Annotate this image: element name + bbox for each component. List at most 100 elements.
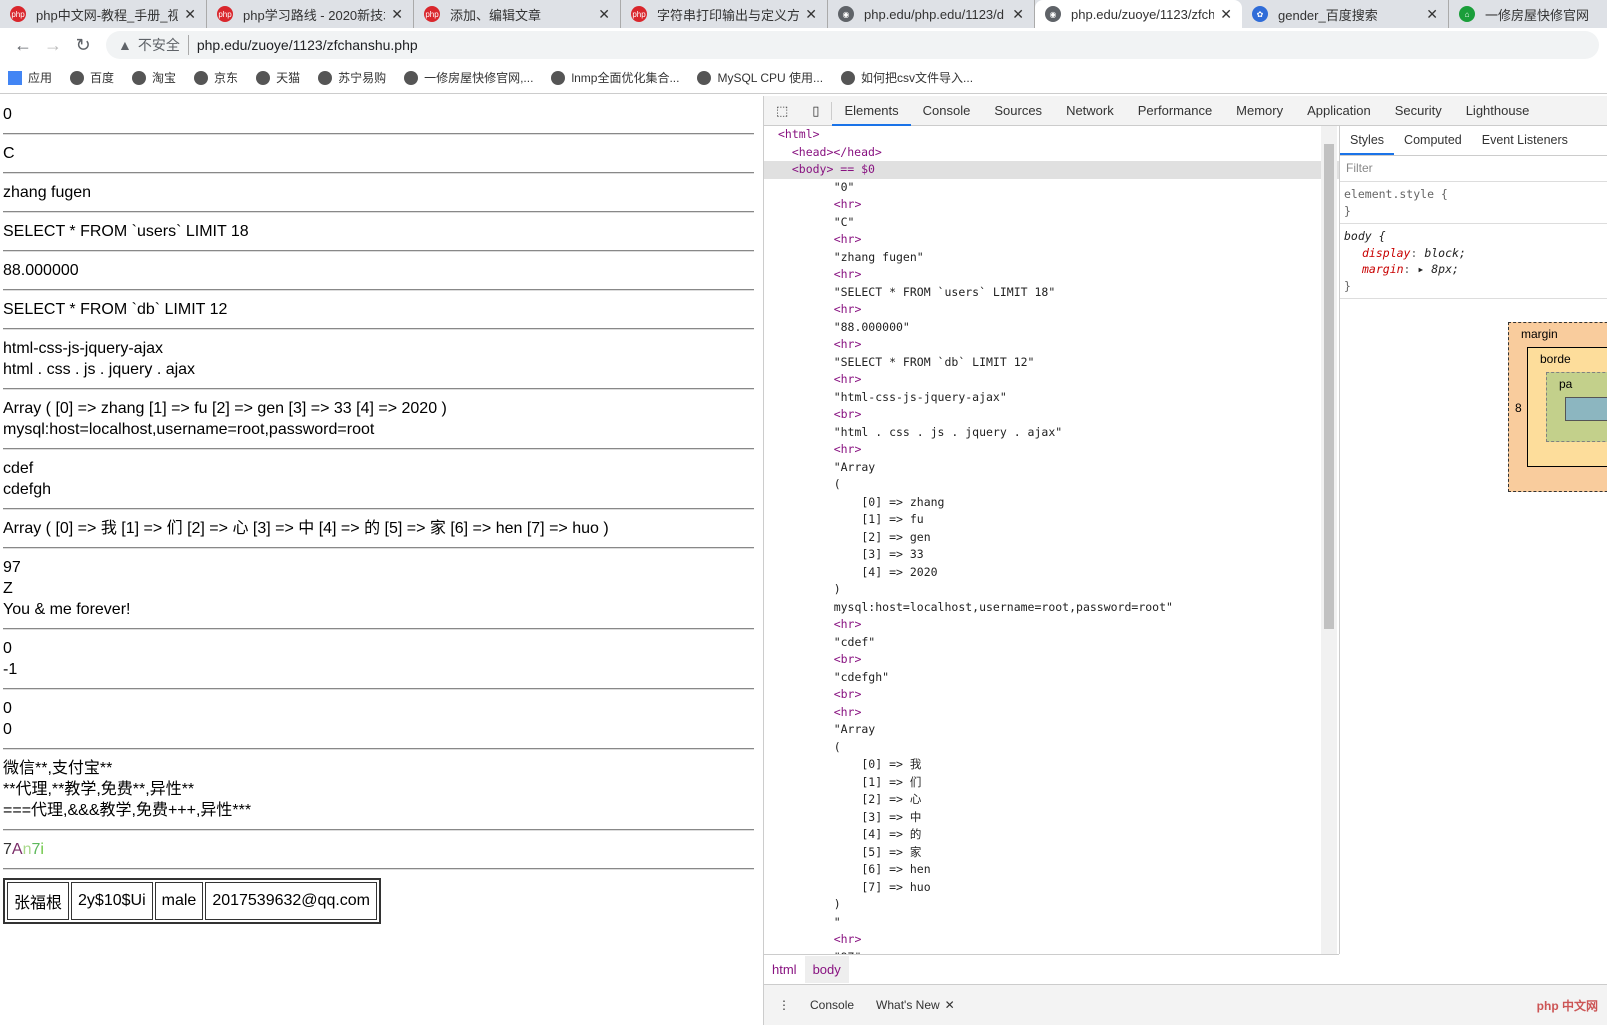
- bookmark-item[interactable]: 京东: [194, 69, 238, 86]
- url-input[interactable]: ▲ 不安全 php.edu/zuoye/1123/zfchanshu.php: [106, 31, 1599, 59]
- browser-tab[interactable]: php 字符串打印输出与定义方式 ✕: [621, 0, 828, 28]
- tree-node[interactable]: [4] => 的: [764, 826, 1339, 844]
- close-icon[interactable]: ✕: [945, 998, 955, 1012]
- tree-node[interactable]: <hr>: [764, 196, 1339, 214]
- tab-performance[interactable]: Performance: [1126, 96, 1224, 126]
- tree-node[interactable]: ): [764, 581, 1339, 599]
- tree-node[interactable]: <hr>: [764, 301, 1339, 319]
- tab-security[interactable]: Security: [1383, 96, 1454, 126]
- close-icon[interactable]: ✕: [1220, 6, 1232, 23]
- bookmark-item[interactable]: 百度: [70, 69, 114, 86]
- tree-node[interactable]: "SELECT * FROM `users` LIMIT 18": [764, 284, 1339, 302]
- tree-node[interactable]: <hr>: [764, 231, 1339, 249]
- browser-tab[interactable]: ◉ php.edu/zuoye/1123/zfch ✕: [1035, 0, 1242, 28]
- drawer-tab-whats-new[interactable]: What's New: [876, 998, 940, 1012]
- close-icon[interactable]: ✕: [184, 6, 196, 23]
- tree-node[interactable]: [3] => 33: [764, 546, 1339, 564]
- tree-node[interactable]: <hr>: [764, 931, 1339, 949]
- tree-node[interactable]: <hr>: [764, 704, 1339, 722]
- tree-node[interactable]: [4] => 2020: [764, 564, 1339, 582]
- styles-tab-styles[interactable]: Styles: [1340, 126, 1395, 155]
- tree-node[interactable]: (: [764, 739, 1339, 757]
- bookmark-item[interactable]: lnmp全面优化集合...: [551, 69, 679, 86]
- tree-node[interactable]: <html>: [764, 126, 1339, 144]
- tab-memory[interactable]: Memory: [1224, 96, 1295, 126]
- tree-node[interactable]: <head></head>: [764, 144, 1339, 162]
- tab-sources[interactable]: Sources: [982, 96, 1054, 126]
- styles-filter-input[interactable]: Filter: [1340, 156, 1607, 182]
- tree-node[interactable]: [7] => huo: [764, 879, 1339, 897]
- tree-node[interactable]: <hr>: [764, 616, 1339, 634]
- tree-node[interactable]: <hr>: [764, 266, 1339, 284]
- bookmark-item[interactable]: 苏宁易购: [318, 69, 386, 86]
- tab-lighthouse[interactable]: Lighthouse: [1454, 96, 1542, 126]
- tree-node[interactable]: mysql:host=localhost,username=root,passw…: [764, 599, 1339, 617]
- prop-name[interactable]: display: [1344, 246, 1410, 260]
- browser-tab[interactable]: php php学习路线 - 2020新技术 ✕: [207, 0, 414, 28]
- styles-tab-event-listeners[interactable]: Event Listeners: [1472, 126, 1578, 155]
- tree-node[interactable]: "cdef": [764, 634, 1339, 652]
- tree-node[interactable]: [1] => 们: [764, 774, 1339, 792]
- bookmark-item[interactable]: 淘宝: [132, 69, 176, 86]
- tree-node[interactable]: "0": [764, 179, 1339, 197]
- close-icon[interactable]: ✕: [1012, 6, 1024, 23]
- close-icon[interactable]: ✕: [391, 6, 403, 23]
- tab-elements[interactable]: Elements: [832, 96, 911, 126]
- more-icon[interactable]: ⋮: [778, 998, 790, 1012]
- tree-node[interactable]: ": [764, 914, 1339, 932]
- tree-node[interactable]: "C": [764, 214, 1339, 232]
- bookmark-item[interactable]: 如何把csv文件导入...: [841, 69, 973, 86]
- styles-tab-computed[interactable]: Computed: [1394, 126, 1472, 155]
- tree-node[interactable]: <br>: [764, 651, 1339, 669]
- bookmark-item[interactable]: MySQL CPU 使用...: [697, 69, 823, 86]
- close-icon[interactable]: ✕: [805, 6, 817, 23]
- prop-name[interactable]: margin: [1344, 262, 1404, 276]
- tree-node[interactable]: <br>: [764, 406, 1339, 424]
- drawer-tab-console[interactable]: Console: [810, 998, 854, 1012]
- tree-node[interactable]: [5] => 家: [764, 844, 1339, 862]
- tree-node[interactable]: ): [764, 896, 1339, 914]
- tree-scrollbar[interactable]: [1321, 126, 1337, 954]
- browser-tab[interactable]: ✿ gender_百度搜索 ✕: [1242, 0, 1449, 28]
- tree-node[interactable]: [2] => 心: [764, 791, 1339, 809]
- forward-icon[interactable]: →: [38, 35, 68, 56]
- browser-tab[interactable]: php 添加、编辑文章 ✕: [414, 0, 621, 28]
- reload-icon[interactable]: ↻: [68, 35, 98, 56]
- tree-node[interactable]: <hr>: [764, 371, 1339, 389]
- crumb-body[interactable]: body: [804, 956, 849, 983]
- crumb-html[interactable]: html: [764, 956, 805, 983]
- tree-node[interactable]: <hr>: [764, 441, 1339, 459]
- tree-node[interactable]: "Array: [764, 721, 1339, 739]
- browser-tab[interactable]: ◉ php.edu/php.edu/1123/d ✕: [828, 0, 1035, 28]
- tree-node[interactable]: [0] => zhang: [764, 494, 1339, 512]
- tree-node[interactable]: [1] => fu: [764, 511, 1339, 529]
- tree-node[interactable]: [2] => gen: [764, 529, 1339, 547]
- device-toggle-icon[interactable]: ▯: [800, 101, 833, 120]
- tree-node[interactable]: "html-css-js-jquery-ajax": [764, 389, 1339, 407]
- inspect-icon[interactable]: ⬚: [764, 96, 800, 126]
- close-icon[interactable]: ✕: [1426, 6, 1438, 23]
- tree-node[interactable]: "SELECT * FROM `db` LIMIT 12": [764, 354, 1339, 372]
- browser-tab[interactable]: php php中文网-教程_手册_视频 ✕: [0, 0, 207, 28]
- tab-console[interactable]: Console: [911, 96, 983, 126]
- tree-node[interactable]: [0] => 我: [764, 756, 1339, 774]
- tab-network[interactable]: Network: [1054, 96, 1126, 126]
- tab-application[interactable]: Application: [1295, 96, 1383, 126]
- tree-node[interactable]: [6] => hen: [764, 861, 1339, 879]
- tree-node[interactable]: <body> == $0: [764, 161, 1339, 179]
- bookmark-item[interactable]: 应用: [8, 69, 52, 86]
- prop-value[interactable]: block;: [1424, 246, 1466, 260]
- tree-node[interactable]: [3] => 中: [764, 809, 1339, 827]
- tree-node[interactable]: <br>: [764, 686, 1339, 704]
- tree-node[interactable]: "zhang fugen": [764, 249, 1339, 267]
- bookmark-item[interactable]: 天猫: [256, 69, 300, 86]
- bookmark-item[interactable]: 一修房屋快修官网,...: [404, 69, 533, 86]
- back-icon[interactable]: ←: [8, 35, 38, 56]
- tree-node[interactable]: <hr>: [764, 336, 1339, 354]
- close-icon[interactable]: ✕: [598, 6, 610, 23]
- tree-node[interactable]: "88.000000": [764, 319, 1339, 337]
- prop-value[interactable]: ▸ 8px;: [1417, 262, 1459, 276]
- browser-tab[interactable]: ⌂一修房屋快修官网✕: [1449, 0, 1607, 28]
- tree-node[interactable]: (: [764, 476, 1339, 494]
- tree-node[interactable]: "Array: [764, 459, 1339, 477]
